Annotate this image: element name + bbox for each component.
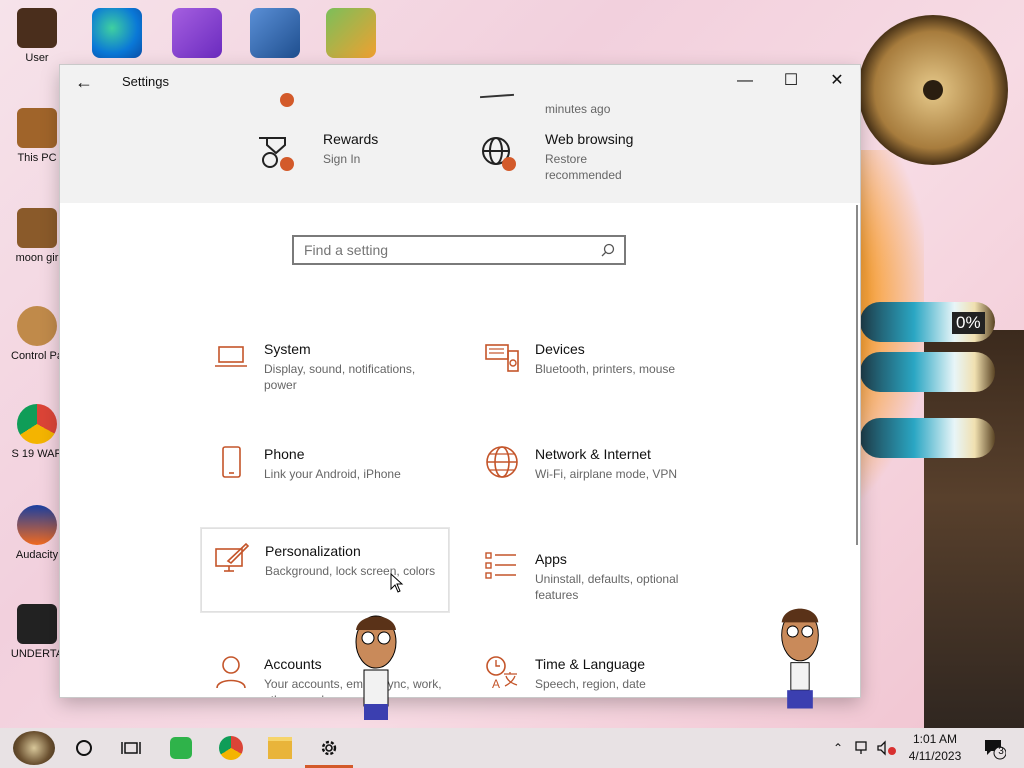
- category-subtitle: Wi-Fi, airplane mode, VPN: [535, 467, 678, 481]
- category-title: Network & Internet: [535, 446, 651, 462]
- taskbar-app-settings[interactable]: [305, 728, 353, 768]
- globe-icon: [486, 446, 518, 478]
- gauge-widget-3: [860, 418, 995, 458]
- rewards-title: Rewards: [323, 131, 379, 147]
- partial-item-badge: [280, 93, 294, 107]
- search-icon[interactable]: [600, 242, 616, 258]
- desktop-icon-user[interactable]: User: [2, 8, 72, 64]
- category-title: Phone: [264, 446, 305, 462]
- network-icon[interactable]: [854, 740, 872, 756]
- maximize-button[interactable]: ☐: [768, 65, 814, 97]
- cortana-button[interactable]: [60, 728, 108, 768]
- taskbar-app-chrome[interactable]: [207, 728, 255, 768]
- web-browsing-badge: [502, 157, 516, 171]
- devices-icon: [485, 344, 519, 372]
- notification-count: 3: [998, 746, 1004, 757]
- taskbar-clock[interactable]: 1:01 AM 4/11/2023: [900, 731, 970, 765]
- chrome-icon: [219, 736, 243, 760]
- title-bar: ← Settings — ☐ ✕: [60, 65, 860, 99]
- category-subtitle: Link your Android, iPhone: [264, 467, 401, 481]
- folder-icon: [268, 737, 292, 759]
- globe-icon: [482, 137, 510, 165]
- search-box[interactable]: [292, 235, 626, 265]
- phone-icon: [222, 446, 241, 478]
- category-devices[interactable]: Devices Bluetooth, printers, mouse: [472, 327, 720, 411]
- visual-studio-desktop-icon[interactable]: [172, 8, 222, 58]
- cartoon-character-left: [355, 615, 397, 720]
- web-browsing-item[interactable]: Web browsing Restore recommended: [545, 131, 633, 183]
- minimize-button[interactable]: —: [722, 65, 768, 97]
- rewards-banner: minutes ago Rewards Sign In Web browsing…: [60, 93, 860, 203]
- wallpaper-steampunk-panel: [924, 330, 1024, 750]
- taskbar-app-notes[interactable]: [157, 728, 205, 768]
- rewards-subtitle: Sign In: [323, 152, 361, 166]
- category-apps[interactable]: Apps Uninstall, defaults, optional featu…: [472, 537, 720, 621]
- category-subtitle: Speech, region, date: [535, 677, 646, 691]
- hxd-desktop-icon[interactable]: [326, 8, 376, 58]
- arrow-left-icon[interactable]: ←: [70, 69, 98, 95]
- category-network[interactable]: Network & Internet Wi-Fi, airplane mode,…: [472, 432, 720, 516]
- start-button[interactable]: [10, 728, 58, 768]
- personalization-icon: [215, 542, 250, 572]
- time-language-icon: A: [486, 656, 518, 690]
- category-title: Time & Language: [535, 656, 645, 672]
- circle-icon: [76, 740, 92, 756]
- taskbar-app-explorer[interactable]: [256, 728, 304, 768]
- category-personalization[interactable]: Personalization Background, lock screen,…: [201, 528, 449, 612]
- rewards-item[interactable]: Rewards Sign In: [323, 131, 378, 167]
- partial-item-subtitle: minutes ago: [545, 102, 611, 116]
- system-tray: ⌃: [830, 728, 898, 768]
- category-subtitle: Uninstall, defaults, optional features: [535, 572, 679, 602]
- gauge-widget-2: [860, 352, 995, 392]
- settings-window: ← Settings — ☐ ✕ minutes ago Rewards Sig…: [60, 65, 860, 697]
- svg-text:A: A: [492, 677, 500, 690]
- category-title: Devices: [535, 341, 585, 357]
- mouse-cursor-icon: [390, 573, 404, 593]
- gauge-percent-label: 0%: [952, 312, 985, 334]
- scrollbar[interactable]: [856, 205, 858, 545]
- cartoon-character-right: [781, 608, 819, 709]
- taskbar: ⌃ 1:01 AM 4/11/2023 3: [0, 728, 1024, 768]
- category-accounts[interactable]: Accounts Your accounts, email, sync, wor…: [201, 642, 449, 697]
- category-subtitle: Bluetooth, printers, mouse: [535, 362, 676, 376]
- task-view-button[interactable]: [107, 728, 155, 768]
- taskbar-time: 1:01 AM: [912, 732, 958, 746]
- category-title: Apps: [535, 551, 567, 567]
- person-icon: [216, 656, 246, 689]
- category-subtitle: Background, lock screen, colors: [265, 564, 436, 578]
- category-system[interactable]: System Display, sound, notifications, po…: [201, 327, 449, 411]
- gear-icon: [321, 740, 337, 756]
- web-browsing-title: Web browsing: [545, 131, 634, 147]
- virtualbox-desktop-icon[interactable]: [250, 8, 300, 58]
- edge-desktop-icon[interactable]: [92, 8, 142, 58]
- rewards-badge: [280, 157, 294, 171]
- category-title: Personalization: [265, 543, 361, 559]
- taskbar-date: 4/11/2023: [908, 749, 962, 763]
- search-input[interactable]: [294, 237, 604, 263]
- category-title: Accounts: [264, 656, 322, 672]
- category-title: System: [264, 341, 311, 357]
- category-phone[interactable]: Phone Link your Android, iPhone: [201, 432, 449, 516]
- steampunk-clock-widget: [858, 15, 1008, 165]
- notes-app-icon: [170, 737, 192, 759]
- task-view-icon: [121, 742, 141, 754]
- apps-list-icon: [485, 552, 516, 579]
- window-title: Settings: [122, 74, 169, 89]
- action-center-button[interactable]: 3: [982, 736, 1007, 760]
- close-button[interactable]: ✕: [814, 65, 860, 97]
- web-browsing-subtitle: Restore recommended: [545, 152, 622, 182]
- volume-muted-icon[interactable]: [876, 740, 898, 756]
- category-subtitle: Display, sound, notifications, power: [264, 362, 416, 392]
- chevron-up-icon[interactable]: ⌃: [830, 741, 846, 755]
- laptop-icon: [215, 346, 247, 367]
- category-time-language[interactable]: A Time & Language Speech, region, date: [472, 642, 720, 697]
